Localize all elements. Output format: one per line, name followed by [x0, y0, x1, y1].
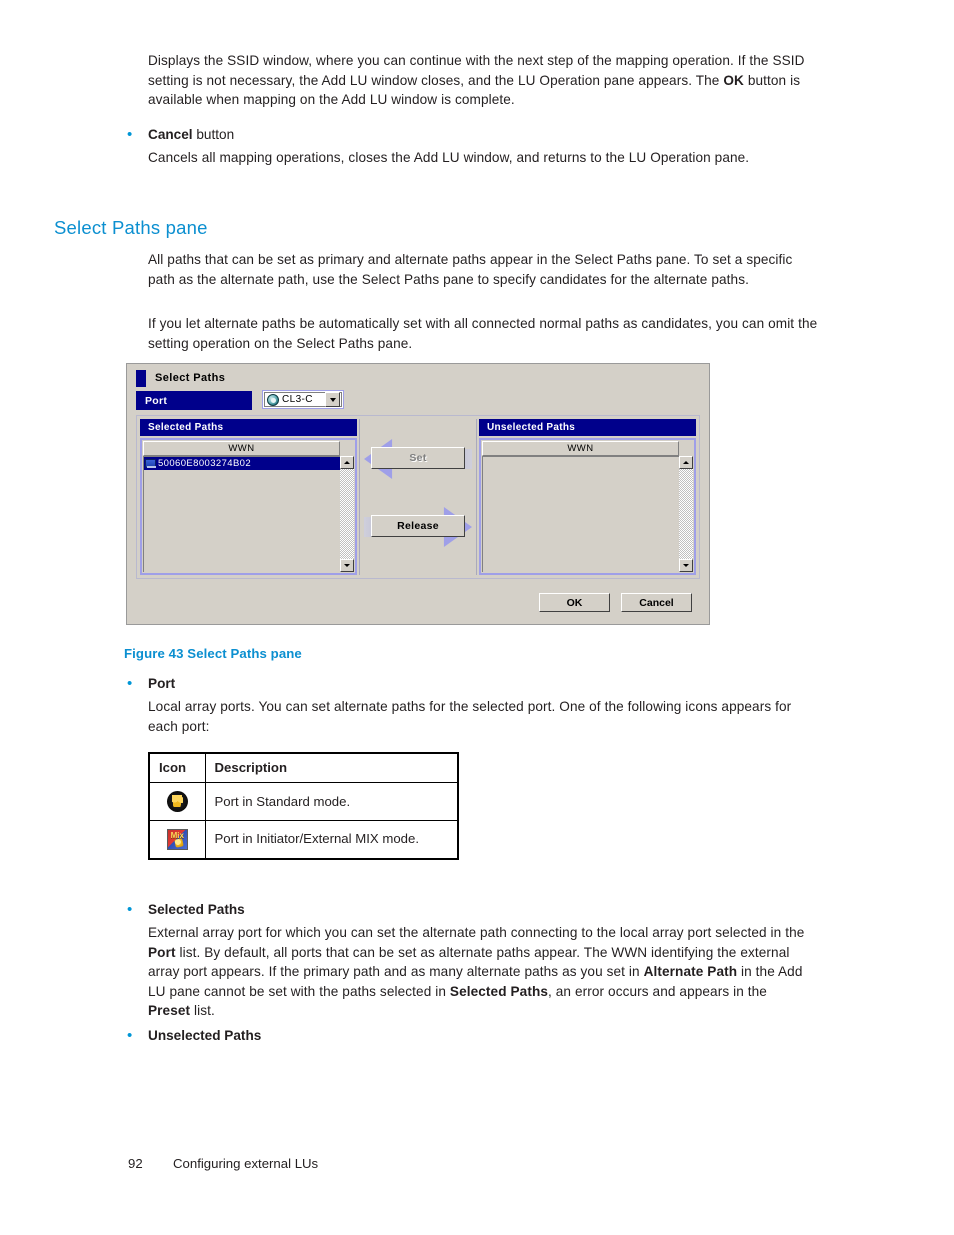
section-heading-select-paths-pane: Select Paths pane — [54, 217, 208, 238]
cancel-bullet-rest: button — [192, 127, 235, 142]
set-control-group: Set — [360, 435, 476, 483]
set-button[interactable]: Set — [371, 447, 465, 469]
transfer-controls: Set Release — [359, 419, 477, 575]
bullet-cancel: • Cancel button — [124, 125, 814, 145]
table-row: Port in Standard mode. — [148, 782, 459, 821]
list-item[interactable]: 50060E8003274B02 — [144, 457, 340, 470]
scrollbar-track[interactable] — [679, 469, 693, 559]
bullet-dot-icon: • — [127, 126, 133, 143]
sp-bold-preset: Preset — [148, 1003, 191, 1019]
intro-ok-bold: OK — [723, 72, 744, 88]
port-bullet-title: Port — [148, 676, 176, 691]
document-page: Displays the SSID window, where you can … — [0, 0, 954, 1235]
icon-description-table: Icon Description Port in Standard mode. … — [148, 752, 459, 860]
port-standard-mode-icon — [166, 791, 188, 812]
figure-caption: Figure 43 Select Paths pane — [124, 646, 302, 661]
cancel-bullet-title: Cancel — [148, 127, 193, 142]
wwn-row-icon — [145, 459, 156, 468]
selected-paths-column-header: WWN — [143, 441, 340, 456]
port-label: Port — [136, 391, 252, 410]
cancel-button[interactable]: Cancel — [621, 593, 692, 612]
bullet-unselected-paths: • Unselected Paths — [124, 1026, 814, 1046]
bullet-selected-paths: • Selected Paths — [124, 900, 814, 920]
dialog-titlebar: Select Paths — [131, 367, 705, 389]
dialog-title: Select Paths — [155, 372, 226, 384]
unselected-paths-title: Unselected Paths — [479, 419, 696, 436]
selected-paths-list[interactable]: 50060E8003274B02 — [143, 456, 340, 572]
release-button[interactable]: Release — [371, 515, 465, 537]
column-header-description: Description — [204, 752, 459, 783]
sp-text-5: list. — [190, 1003, 215, 1019]
selected-paths-bullet-title: Selected Paths — [148, 902, 245, 917]
intro-paragraph: Displays the SSID window, where you can … — [148, 51, 808, 110]
sp-bold-selected-paths: Selected Paths — [449, 983, 549, 999]
cell-icon — [148, 782, 206, 821]
cancel-description: Cancels all mapping operations, closes t… — [148, 150, 750, 165]
paths-panels: Selected Paths WWN 50060E8003274B02 Set … — [136, 415, 700, 579]
ok-button[interactable]: OK — [539, 593, 610, 612]
unselected-paths-column-header: WWN — [482, 441, 679, 456]
port-bullet-description: Local array ports. You can set alternate… — [148, 699, 792, 734]
figure-select-paths-pane: Select Paths Port CL3-C Selected Paths W… — [126, 363, 710, 625]
table-row: Port in Initiator/External MIX mode. — [148, 820, 459, 859]
unselected-paths-panel: Unselected Paths WWN — [479, 419, 696, 575]
scroll-down-icon[interactable] — [679, 559, 693, 572]
unselected-paths-bullet-title: Unselected Paths — [148, 1028, 262, 1043]
port-initiator-external-mix-mode-icon — [166, 828, 188, 850]
wwn-value: 50060E8003274B02 — [158, 458, 252, 469]
port-selected-value: CL3-C — [282, 394, 313, 405]
sp-bold-port: Port — [148, 944, 176, 960]
sp-text-1: External array port for which you can se… — [148, 925, 805, 940]
selected-paths-title: Selected Paths — [140, 419, 357, 436]
chevron-down-icon[interactable] — [325, 392, 340, 407]
footer-page-number: 92 — [128, 1156, 143, 1171]
bullet-dot-icon: • — [127, 1027, 133, 1044]
dialog-footer: OK Cancel — [136, 589, 700, 617]
selected-paths-scrollbar[interactable] — [340, 441, 354, 572]
bullet-dot-icon: • — [127, 675, 133, 692]
page-footer: 92 Configuring external LUs — [128, 1156, 318, 1171]
scrollbar-track[interactable] — [340, 469, 354, 559]
selected-paths-panel: Selected Paths WWN 50060E8003274B02 — [140, 419, 357, 575]
dialog-select-paths: Select Paths Port CL3-C Selected Paths W… — [131, 367, 705, 620]
cell-description: Port in Standard mode. — [204, 782, 459, 821]
port-row: Port CL3-C — [136, 390, 710, 410]
title-marker-icon — [136, 369, 146, 387]
unselected-paths-list[interactable] — [482, 456, 679, 572]
selected-paths-bullet-description: External array port for which you can se… — [148, 923, 810, 1021]
footer-chapter: Configuring external LUs — [173, 1156, 319, 1171]
sp-bold-alternate-path: Alternate Path — [643, 964, 738, 980]
section-paragraph-1: All paths that can be set as primary and… — [148, 252, 793, 287]
cell-description: Port in Initiator/External MIX mode. — [204, 820, 459, 859]
scroll-up-icon[interactable] — [679, 456, 693, 469]
intro-text-part1: Displays the SSID window, where you can … — [148, 53, 805, 88]
cell-icon — [148, 820, 206, 859]
port-select[interactable]: CL3-C — [262, 390, 344, 409]
release-control-group: Release — [360, 503, 476, 551]
scroll-up-icon[interactable] — [340, 456, 354, 469]
bullet-dot-icon: • — [127, 901, 133, 918]
column-header-icon: Icon — [148, 752, 206, 783]
table-header-row: Icon Description — [148, 752, 459, 783]
unselected-paths-scrollbar[interactable] — [679, 441, 693, 572]
scroll-down-icon[interactable] — [340, 559, 354, 572]
port-standard-mode-icon — [267, 393, 279, 406]
sp-text-4: , an error occurs and appears in the — [548, 983, 767, 999]
section-paragraph-2: If you let alternate paths be automatica… — [148, 316, 818, 351]
bullet-port: • Port — [124, 674, 814, 694]
